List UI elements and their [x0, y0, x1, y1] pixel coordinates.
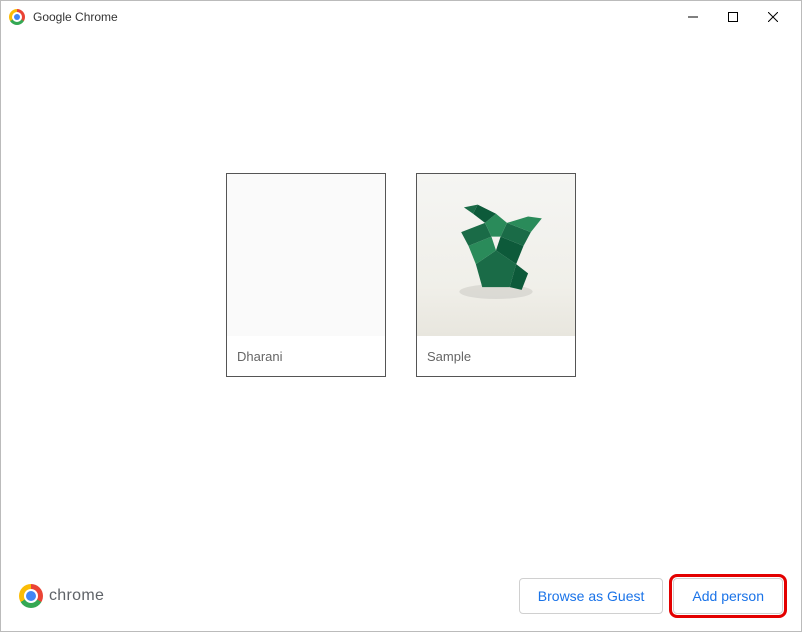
origami-dragon-icon: [441, 200, 551, 310]
profile-list: Dharani Sample: [226, 173, 576, 377]
profile-card-sample[interactable]: Sample: [416, 173, 576, 377]
profile-avatar: [227, 174, 385, 336]
profile-avatar: [417, 174, 575, 336]
minimize-button[interactable]: [673, 4, 713, 30]
maximize-button[interactable]: [713, 4, 753, 30]
titlebar: Google Chrome: [1, 1, 801, 33]
add-person-button[interactable]: Add person: [673, 578, 783, 614]
footer-brand-text: chrome: [49, 587, 104, 605]
browse-as-guest-button[interactable]: Browse as Guest: [519, 578, 664, 614]
profile-name-label: Sample: [417, 336, 575, 376]
profile-card-dharani[interactable]: Dharani: [226, 173, 386, 377]
chrome-icon: [9, 9, 25, 25]
footer: chrome Browse as Guest Add person: [1, 561, 801, 631]
close-button[interactable]: [753, 4, 793, 30]
window-title: Google Chrome: [33, 10, 673, 24]
profile-picker-main: Dharani Sample: [1, 33, 801, 561]
profile-name-label: Dharani: [227, 336, 385, 376]
window-controls: [673, 4, 793, 30]
chrome-icon: [19, 584, 43, 608]
footer-buttons: Browse as Guest Add person: [519, 578, 783, 614]
footer-brand: chrome: [19, 584, 104, 608]
